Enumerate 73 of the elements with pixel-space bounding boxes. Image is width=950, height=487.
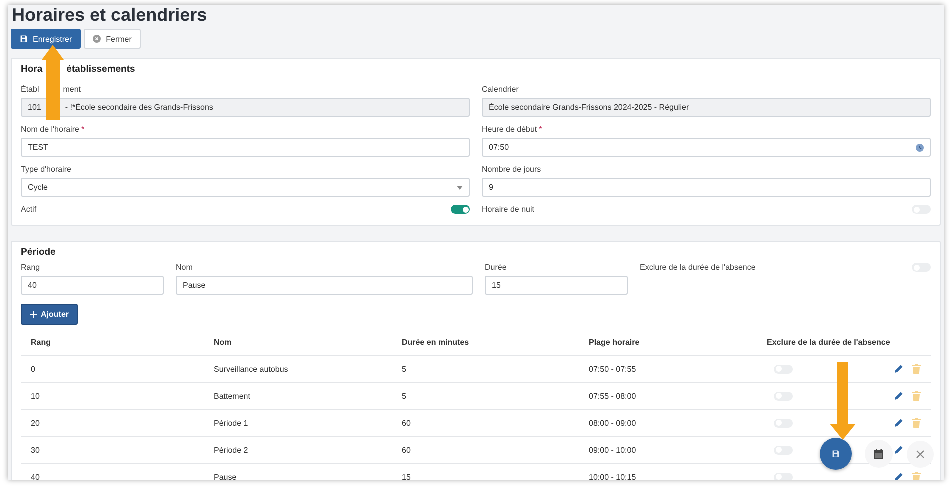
caret-icon bbox=[457, 186, 463, 190]
required-mark: * bbox=[81, 125, 85, 134]
save-button[interactable]: Enregistrer bbox=[11, 29, 82, 49]
table-cell-text: 08:00 - 09:00 bbox=[588, 418, 638, 428]
table-cell-text: Surveillance autobus bbox=[213, 364, 290, 374]
section-title: Période bbox=[21, 247, 57, 259]
table-cell-text: 0 bbox=[30, 364, 36, 374]
clock-icon bbox=[916, 144, 924, 152]
table-cell-text: 10:00 - 10:15 bbox=[588, 472, 638, 480]
table-cell-text: 40 bbox=[30, 472, 41, 480]
field-label: Type d'horaire bbox=[21, 165, 72, 174]
column-header: Plage horaire bbox=[588, 338, 641, 346]
trash-icon[interactable] bbox=[912, 364, 921, 374]
select-field[interactable]: Cycle bbox=[21, 178, 470, 197]
table-cell-text: Période 2 bbox=[213, 446, 250, 454]
column-header: Exclure de la durée de l'absence bbox=[766, 338, 892, 346]
field-label: Nombre de jours bbox=[482, 165, 542, 174]
table-cell-text: Battement bbox=[213, 392, 252, 400]
table-cell-text: 60 bbox=[401, 418, 412, 428]
table-cell-text: 20 bbox=[30, 418, 41, 428]
field-label: Rang bbox=[21, 263, 40, 272]
pencil-icon[interactable] bbox=[894, 391, 904, 401]
field-label: Nom bbox=[176, 263, 193, 272]
section-title: Hora bbox=[21, 64, 43, 75]
field-label: Heure de début bbox=[482, 125, 538, 134]
field-label: Établ bbox=[21, 85, 40, 94]
input-field[interactable]: 07:50 bbox=[482, 138, 931, 157]
toggle-switch[interactable] bbox=[774, 472, 793, 480]
table-cell-text: 30 bbox=[30, 446, 41, 454]
page-title: Horaires et calendriers bbox=[12, 5, 208, 25]
section-title: établissements bbox=[66, 64, 136, 75]
table-cell-text: 5 bbox=[401, 364, 408, 374]
pencil-icon[interactable] bbox=[894, 445, 904, 455]
column-header: Rang bbox=[30, 338, 52, 346]
table-cell-text: Période 1 bbox=[213, 418, 250, 428]
pencil-icon[interactable] bbox=[894, 472, 904, 480]
column-header: Nom bbox=[213, 338, 233, 346]
required-mark: * bbox=[539, 125, 542, 134]
table-cell-text: 07:50 - 07:55 bbox=[588, 364, 638, 374]
field-label: Horaire de nuit bbox=[482, 205, 534, 215]
input-field[interactable]: 40 bbox=[21, 276, 164, 295]
close-circle-icon bbox=[93, 35, 102, 43]
input-field[interactable]: École secondaire Grands-Frissons 2024-2025 - Régulier bbox=[482, 98, 931, 117]
field-label: Nom de l'horaire bbox=[21, 125, 80, 134]
table-cell-text: 10 bbox=[30, 392, 41, 400]
trash-icon[interactable] bbox=[912, 391, 921, 401]
input-field[interactable]: 9 bbox=[482, 178, 931, 197]
field-label: Durée bbox=[485, 263, 507, 272]
table-cell-text: 09:00 - 10:00 bbox=[588, 446, 638, 454]
table-cell-text: 60 bbox=[401, 446, 412, 454]
field-label: Calendrier bbox=[482, 85, 519, 94]
plus-icon bbox=[30, 311, 37, 318]
table-cell-text: 07:55 - 08:00 bbox=[588, 392, 638, 400]
table-cell-text: 15 bbox=[401, 472, 412, 480]
table-cell-text: 5 bbox=[401, 392, 408, 400]
trash-icon[interactable] bbox=[912, 418, 921, 428]
table-cell-text: Pause bbox=[213, 472, 238, 480]
input-field[interactable]: TEST bbox=[21, 138, 470, 157]
pencil-icon[interactable] bbox=[894, 418, 904, 428]
pencil-icon[interactable] bbox=[894, 364, 904, 374]
field-label: Exclure de la durée de l'absence bbox=[640, 263, 756, 274]
add-button[interactable]: Ajouter bbox=[21, 304, 78, 325]
field-label: ment bbox=[63, 85, 82, 94]
close-icon bbox=[916, 450, 925, 459]
trash-icon[interactable] bbox=[912, 472, 921, 480]
input-field[interactable]: 101 - !*École secondaire des Grands-Frissons bbox=[21, 98, 470, 117]
close-button[interactable]: Fermer bbox=[84, 29, 141, 49]
column-header: Durée en minutes bbox=[401, 338, 470, 346]
input-field[interactable]: 15 bbox=[485, 276, 628, 295]
field-label: Actif bbox=[21, 205, 37, 215]
input-field[interactable]: Pause bbox=[176, 276, 473, 295]
calendar-icon bbox=[874, 449, 884, 459]
toggle-switch[interactable] bbox=[451, 205, 470, 214]
